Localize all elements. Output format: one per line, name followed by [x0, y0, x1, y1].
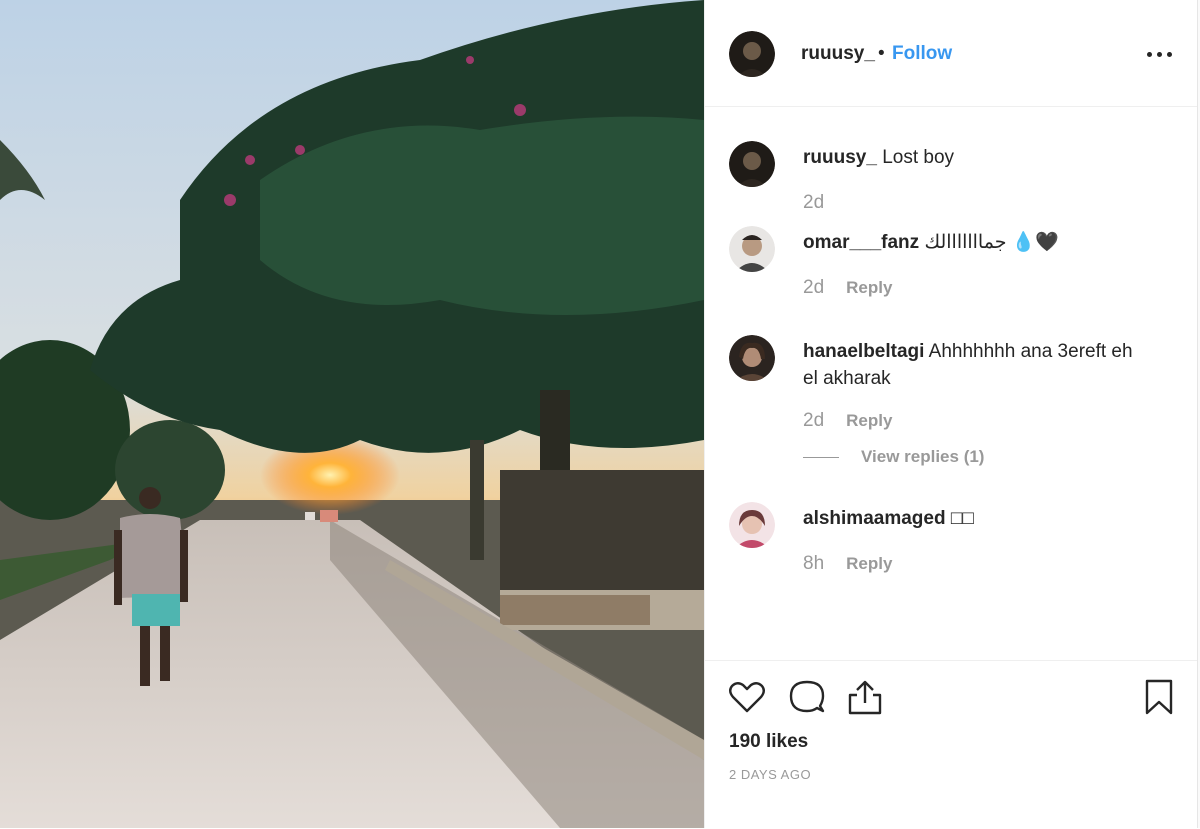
replies-divider [803, 457, 839, 459]
author-username[interactable]: ruuusy_ [801, 43, 875, 65]
comment-text-block: alshimaamaged □□ [803, 505, 1143, 532]
heart-icon[interactable] [727, 677, 767, 722]
comment-username[interactable]: omar___fanz [803, 232, 919, 253]
view-replies-button[interactable]: View replies (1) [803, 447, 984, 467]
comment-meta: 8h Reply [803, 553, 892, 575]
commenter-avatar[interactable] [729, 335, 775, 381]
comment-icon[interactable] [787, 677, 827, 722]
comment-username[interactable]: ruuusy_ [803, 147, 877, 168]
comment-body: جمااااااالك 💧🖤 [924, 232, 1060, 253]
post-photo[interactable] [0, 0, 704, 828]
comment-text-block: ruuusy_ Lost boy [803, 144, 1143, 171]
comment-time[interactable]: 8h [803, 553, 824, 574]
post-actions: 190 likes 2 DAYS AGO [705, 660, 1199, 829]
comment-username[interactable]: alshimaamaged [803, 508, 946, 529]
post-timestamp[interactable]: 2 DAYS AGO [729, 767, 811, 782]
likes-count[interactable]: 190 likes [729, 731, 808, 753]
separator-dot: • [878, 43, 885, 64]
comment-text-block: hanaelbeltagi Ahhhhhhh ana 3ereft eh el … [803, 338, 1143, 392]
comment-body: □□ [950, 508, 974, 529]
post-header: ruuusy_ • Follow [705, 0, 1199, 107]
comment-meta: 2d [803, 192, 824, 214]
more-options-icon[interactable] [1147, 44, 1173, 64]
reply-button[interactable]: Reply [846, 411, 892, 430]
comment-time[interactable]: 2d [803, 410, 824, 431]
commenter-avatar[interactable] [729, 502, 775, 548]
post-side-panel: ruuusy_ • Follow ruuusy_ Lost boy 2d oma… [704, 0, 1199, 828]
comment-meta: 2d Reply [803, 410, 892, 432]
sunset-street-photo [0, 0, 704, 828]
comment-body: Lost boy [882, 147, 955, 168]
reply-button[interactable]: Reply [846, 278, 892, 297]
comment-text-block: omar___fanz جمااااااالك 💧🖤 [803, 229, 1143, 256]
comment-username[interactable]: hanaelbeltagi [803, 341, 924, 362]
comment-meta: 2d Reply [803, 277, 892, 299]
comment-time[interactable]: 2d [803, 277, 824, 298]
follow-button[interactable]: Follow [892, 43, 952, 65]
author-avatar[interactable] [729, 31, 775, 77]
bookmark-icon[interactable] [1139, 677, 1179, 722]
comment-time[interactable]: 2d [803, 192, 824, 213]
view-replies-label: View replies (1) [861, 447, 985, 466]
reply-button[interactable]: Reply [846, 554, 892, 573]
commenter-avatar[interactable] [729, 141, 775, 187]
commenter-avatar[interactable] [729, 226, 775, 272]
share-icon[interactable] [845, 677, 885, 722]
